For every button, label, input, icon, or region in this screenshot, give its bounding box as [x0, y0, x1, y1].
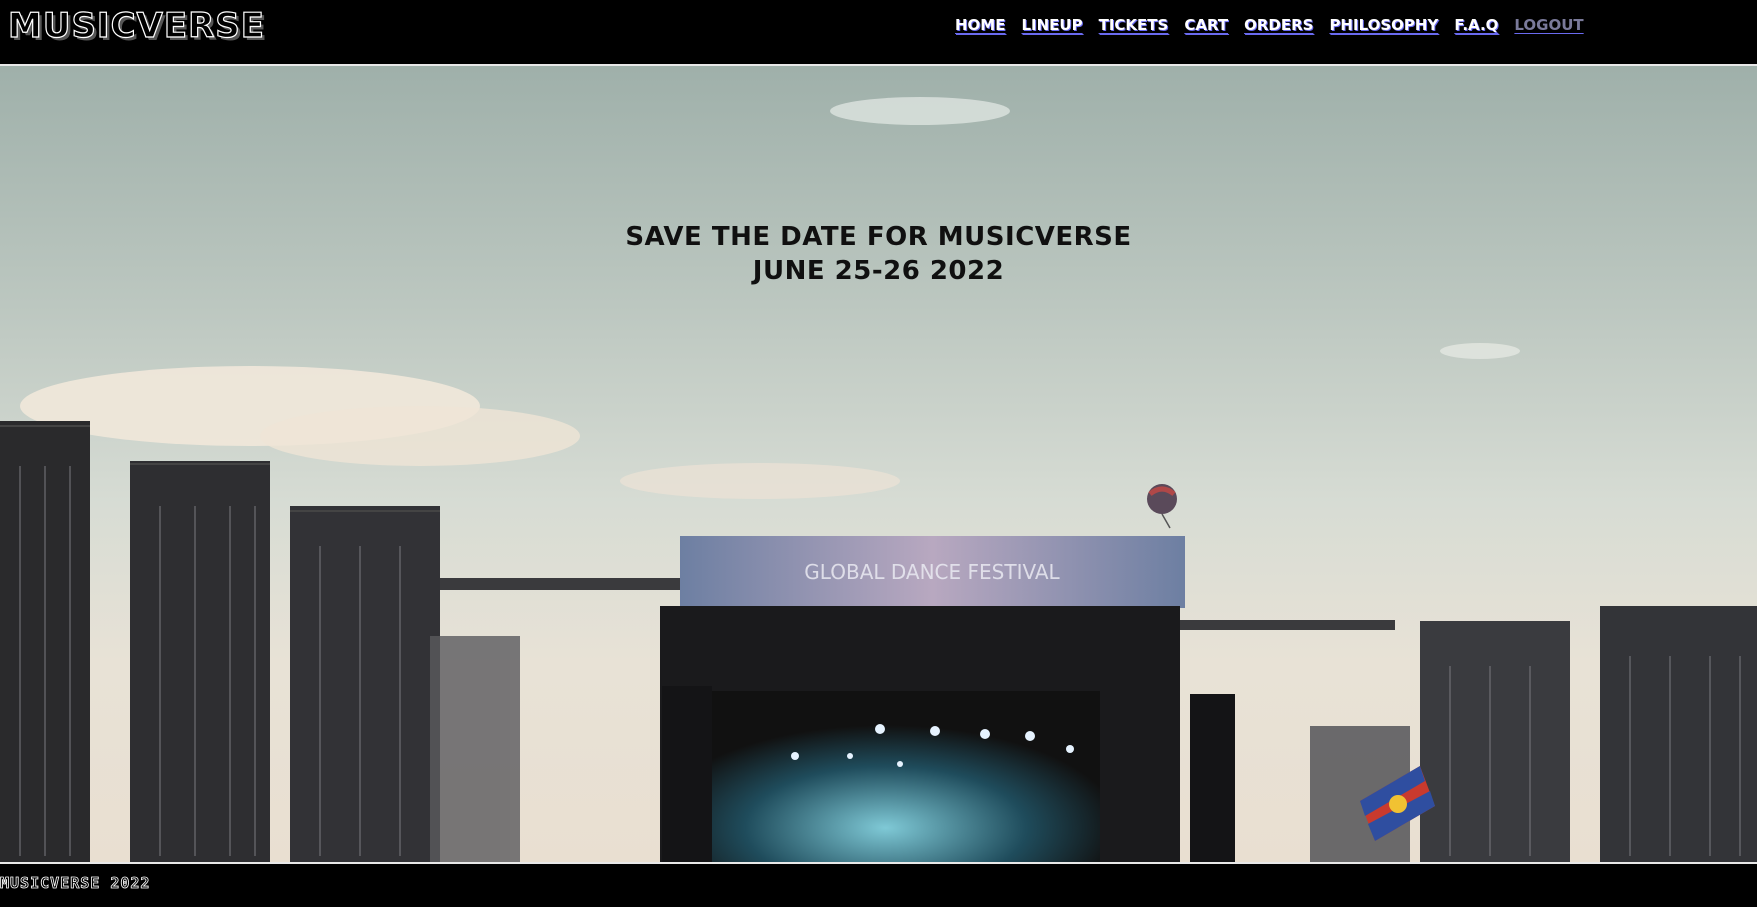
- nav-logout-link[interactable]: LOGOUT: [1514, 16, 1583, 34]
- site-header: MUSICVERSE HOME LINEUP TICKETS CART ORDE…: [0, 0, 1757, 66]
- nav-cart-link[interactable]: CART: [1184, 16, 1228, 34]
- footer-copyright: MUSICVERSE 2022: [0, 874, 151, 893]
- hero-headline: SAVE THE DATE FOR MUSICVERSE JUNE 25-26 …: [0, 220, 1757, 288]
- main-nav: HOME LINEUP TICKETS CART ORDERS PHILOSOP…: [955, 16, 1584, 34]
- hero-date: JUNE 25-26 2022: [752, 256, 1005, 286]
- hero-title: SAVE THE DATE FOR MUSICVERSE: [625, 222, 1132, 252]
- site-footer: MUSICVERSE 2022: [0, 862, 1757, 907]
- nav-lineup-link[interactable]: LINEUP: [1021, 16, 1082, 34]
- hero-section: GLOBAL DANCE FESTIVAL SAVE THE DATE FOR …: [0, 66, 1757, 862]
- nav-faq-link[interactable]: F.A.Q: [1454, 16, 1498, 34]
- nav-home-link[interactable]: HOME: [955, 16, 1005, 34]
- nav-orders-link[interactable]: ORDERS: [1244, 16, 1313, 34]
- nav-tickets-link[interactable]: TICKETS: [1099, 16, 1169, 34]
- festival-stage-image: GLOBAL DANCE FESTIVAL: [0, 97, 1757, 862]
- nav-philosophy-link[interactable]: PHILOSOPHY: [1329, 16, 1438, 34]
- site-logo[interactable]: MUSICVERSE: [7, 5, 265, 46]
- banner-text: GLOBAL DANCE FESTIVAL: [804, 560, 1060, 584]
